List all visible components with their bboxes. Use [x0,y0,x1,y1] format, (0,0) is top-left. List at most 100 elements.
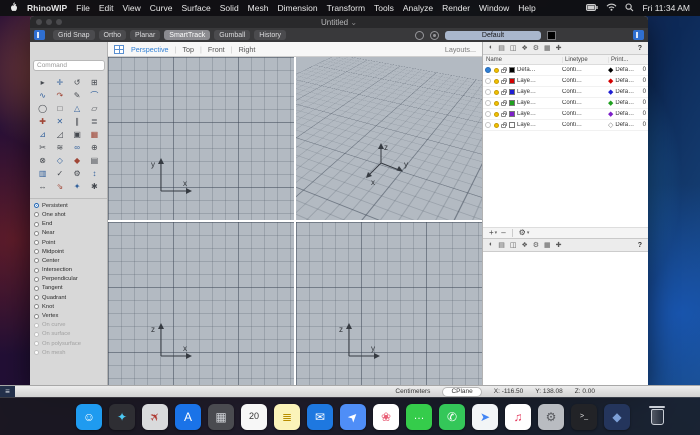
system-preferences-icon[interactable]: ⚙ [538,403,564,430]
cplane-button[interactable]: CPlane [442,386,482,397]
layers-panel-icon[interactable]: ▤ [498,44,505,52]
layer-color-swatch[interactable] [508,111,515,117]
menu-item[interactable]: Curve [150,3,173,13]
toolbar-toggle-button[interactable]: History [254,30,287,40]
viewport-perspective[interactable]: z y x [296,57,482,220]
tool-icon[interactable]: ↷ [52,90,67,101]
menu-item[interactable]: Edit [99,3,114,13]
osnap-option[interactable]: End [34,220,103,228]
add-layer-button[interactable]: + ▾ [489,229,497,237]
radio-icon[interactable] [34,258,39,264]
display-mode-select[interactable]: Default [445,30,541,40]
menu-item[interactable]: Help [518,3,535,13]
toolbar-toggle-button[interactable]: SmartTrack [164,30,211,40]
radio-icon[interactable] [34,313,39,319]
layer-settings-button[interactable]: ⚙ ▾ [519,229,530,237]
osnap-option[interactable]: On surface [34,331,103,339]
delete-layer-button[interactable]: – [501,229,505,237]
layer-row[interactable]: Laye… Conti… ◆ Defa… 0 [483,87,648,98]
right-sidebar-toggle-icon[interactable] [633,30,644,40]
toolbar-toggle-button[interactable]: Gumball [214,30,251,40]
layouts-button[interactable]: Layouts... [445,45,476,54]
visibility-bulb-icon[interactable] [493,89,499,95]
radio-icon[interactable] [34,295,39,301]
tool-icon[interactable]: ✓ [52,168,67,179]
visibility-bulb-icon[interactable] [493,122,499,128]
toolbar-toggle-button[interactable]: Planar [130,30,161,40]
app-store-icon[interactable]: A [175,403,201,430]
viewport-top[interactable]: y x [108,57,294,220]
current-layer-indicator[interactable] [485,122,491,128]
column-name[interactable]: Name [483,57,562,63]
current-layer-indicator[interactable] [485,78,491,84]
tool-icon[interactable]: ▦ [87,129,102,140]
minimize-window-icon[interactable] [46,19,52,25]
tool-icon[interactable]: ≣ [87,116,102,127]
tool-icon[interactable]: ⌒ [87,90,102,101]
layer-color-swatch[interactable] [508,122,515,128]
music-icon[interactable]: ♫ [505,403,531,430]
app-icon[interactable]: ◆ [604,403,630,430]
properties-panel-icon[interactable]: ◐ [489,44,493,52]
left-sidebar-toggle-icon[interactable] [34,30,45,40]
mission-control-icon[interactable]: ▦ [208,403,234,430]
title-caret-icon[interactable]: ⌄ [350,18,357,27]
menu-item[interactable]: File [76,3,90,13]
tool-icon[interactable]: ◇ [52,155,67,166]
visibility-bulb-icon[interactable] [493,100,499,106]
tool-icon[interactable]: ◯ [35,103,50,114]
lock-icon[interactable] [501,78,507,85]
radio-icon[interactable] [34,285,39,291]
tool-icon[interactable]: ⊿ [35,129,50,140]
viewport-tab[interactable]: Front [200,45,225,54]
wifi-icon[interactable] [606,3,617,13]
osnap-option[interactable]: Vertex [34,312,103,320]
tool-icon[interactable]: ▥ [35,168,50,179]
calendar-icon[interactable]: 20 [241,403,267,430]
layer-linetype[interactable]: Conti… [562,78,608,84]
radio-icon[interactable] [34,240,39,246]
menu-bar-clock[interactable]: Fri 11:34 AM [642,3,690,13]
help-icon[interactable]: ? [638,45,642,52]
tool-icon[interactable]: ✕ [52,116,67,127]
window-title-bar[interactable]: Untitled ⌄ [30,16,648,28]
menu-item[interactable]: Dimension [277,3,317,13]
layer-color-swatch[interactable] [508,78,515,84]
print-color-icon[interactable]: ◆ [608,67,613,74]
print-color-icon[interactable]: ◆ [608,89,613,96]
close-window-icon[interactable] [36,19,42,25]
layer-row[interactable]: Laye… Conti… ◆ Defa… 0 [483,109,648,120]
osnap-option[interactable]: Intersection [34,266,103,274]
osnap-option[interactable]: On polysurface [34,340,103,348]
radio-icon[interactable] [34,267,39,273]
viewport-tab[interactable]: Top [175,45,194,54]
print-color-icon[interactable]: ◆ [608,100,613,107]
spotlight-icon[interactable] [625,2,634,14]
target-icon[interactable] [430,30,439,40]
radio-icon[interactable] [34,304,39,310]
menu-item[interactable]: Render [442,3,470,13]
tool-icon[interactable]: ◿ [52,129,67,140]
tool-icon[interactable]: ✎ [70,90,85,101]
display-panel-icon[interactable]: ◫ [510,241,517,249]
layer-linetype[interactable]: Conti… [562,67,608,73]
lock-icon[interactable] [501,89,507,96]
tool-icon[interactable]: ↔ [35,181,50,192]
units-label[interactable]: Centimeters [395,388,430,395]
layer-row[interactable]: Laye… Conti… ◆ Defa… 0 [483,98,648,109]
layer-linetype[interactable]: Conti… [562,89,608,95]
tool-icon[interactable]: ✚ [35,116,50,127]
photos-icon[interactable]: ❀ [373,403,399,430]
tool-icon[interactable]: ⚙ [70,168,85,179]
maps-icon[interactable]: ➤ [472,403,498,430]
add-panel-icon[interactable]: ✚ [556,241,562,249]
osnap-option[interactable]: Perpendicular [34,276,103,284]
layer-linetype[interactable]: Conti… [562,122,608,128]
viewport-right[interactable]: z y [296,222,482,385]
record-icon[interactable] [415,30,424,40]
layer-linetype[interactable]: Conti… [562,111,608,117]
radio-icon[interactable] [34,230,39,236]
lock-icon[interactable] [501,100,507,107]
menu-item[interactable]: Solid [220,3,239,13]
lock-icon[interactable] [501,67,507,74]
